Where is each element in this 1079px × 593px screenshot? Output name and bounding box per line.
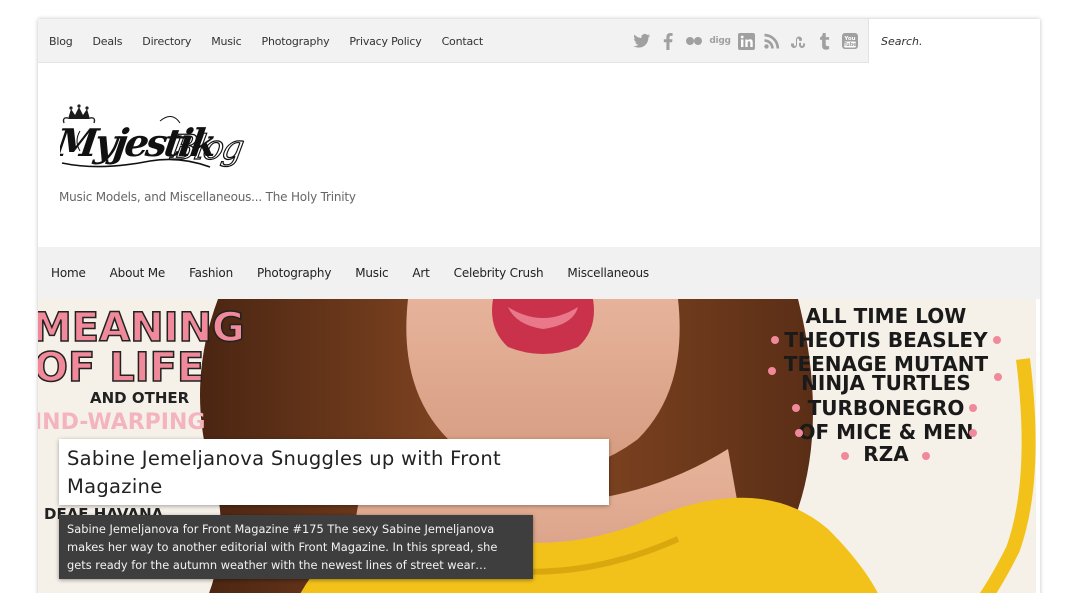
top-nav: Blog Deals Directory Music Photography P… [49, 19, 503, 63]
topnav-privacy-policy[interactable]: Privacy Policy [349, 35, 421, 48]
mainnav-home[interactable]: Home [51, 266, 86, 280]
digg-icon[interactable]: digg [709, 31, 731, 51]
cover-text-left-3: AND OTHER [90, 389, 190, 407]
topnav-photography[interactable]: Photography [262, 35, 330, 48]
topnav-blog[interactable]: Blog [49, 35, 73, 48]
topnav-deals[interactable]: Deals [93, 35, 123, 48]
mainnav-music[interactable]: Music [355, 266, 388, 280]
site-logo[interactable]: Myjestik Blog [51, 101, 247, 175]
mainnav-photography[interactable]: Photography [257, 266, 331, 280]
tumblr-icon[interactable] [814, 31, 834, 51]
search-box [868, 19, 1040, 63]
mainnav-miscellaneous[interactable]: Miscellaneous [567, 266, 649, 280]
cover-text-left-2: OF LIFE [38, 345, 204, 391]
cover-text-right-4: NINJA TURTLES [801, 371, 971, 395]
svg-text:Blog: Blog [167, 128, 246, 168]
flickr-icon[interactable] [684, 31, 704, 51]
search-input[interactable] [869, 19, 1040, 63]
mainnav-fashion[interactable]: Fashion [189, 266, 233, 280]
cover-text-right-1: ALL TIME LOW [806, 304, 967, 328]
site-tagline: Music Models, and Miscellaneous... The H… [59, 190, 356, 204]
twitter-icon[interactable] [632, 31, 652, 51]
facebook-icon[interactable] [658, 31, 678, 51]
cover-text-right-7: RZA [863, 442, 909, 466]
mainnav-about-me[interactable]: About Me [110, 266, 166, 280]
main-nav: Home About Me Fashion Photography Music … [38, 247, 1040, 299]
cover-text-right-5: TURBONEGRO [808, 396, 965, 420]
mainnav-art[interactable]: Art [412, 266, 429, 280]
rss-icon[interactable] [762, 31, 782, 51]
cover-text-right-2: THEOTIS BEASLEY [784, 328, 988, 352]
svg-text:Tube: Tube [843, 42, 857, 48]
svg-text:You: You [843, 36, 855, 42]
mainnav-celebrity-crush[interactable]: Celebrity Crush [454, 266, 544, 280]
linkedin-icon[interactable] [736, 31, 756, 51]
featured-post-title[interactable]: Sabine Jemeljanova Snuggles up with Fron… [59, 439, 609, 505]
topnav-directory[interactable]: Directory [142, 35, 191, 48]
cover-text-right-6: OF MICE & MEN [799, 420, 974, 444]
top-bar: Blog Deals Directory Music Photography P… [38, 19, 1040, 63]
topnav-music[interactable]: Music [211, 35, 242, 48]
youtube-icon[interactable]: You Tube [840, 31, 860, 51]
page-container: Blog Deals Directory Music Photography P… [38, 19, 1040, 593]
cover-text-left-4: IND-WARPING [38, 410, 205, 435]
social-icons: digg You Tube [632, 19, 866, 63]
topnav-contact[interactable]: Contact [442, 35, 484, 48]
stumbleupon-icon[interactable] [788, 31, 808, 51]
featured-post-excerpt: Sabine Jemeljanova for Front Magazine #1… [59, 515, 533, 579]
